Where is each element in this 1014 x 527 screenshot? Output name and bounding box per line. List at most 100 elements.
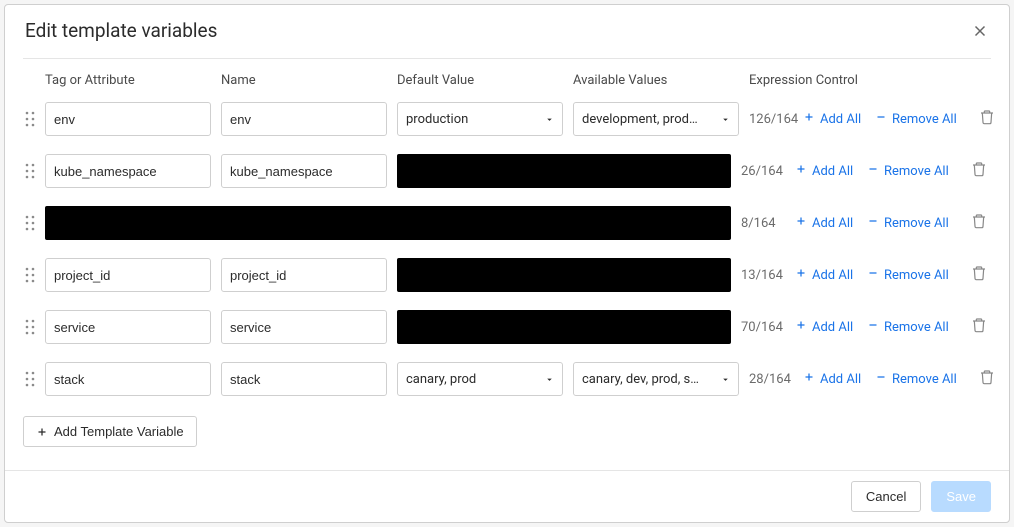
add-all-label: Add All xyxy=(820,372,861,387)
chevron-down-icon[interactable] xyxy=(720,374,730,384)
modal-title: Edit template variables xyxy=(25,19,217,42)
add-all-button[interactable]: Add All xyxy=(795,267,853,283)
drag-handle-icon[interactable] xyxy=(23,160,37,182)
add-all-label: Add All xyxy=(812,268,853,283)
name-input[interactable] xyxy=(221,362,387,396)
trash-icon[interactable] xyxy=(971,322,987,337)
add-all-button[interactable]: Add All xyxy=(803,371,861,387)
add-all-label: Add All xyxy=(812,216,853,231)
minus-icon xyxy=(875,111,887,127)
drag-handle-icon[interactable] xyxy=(23,264,37,286)
remove-all-label: Remove All xyxy=(884,216,949,231)
tag-attribute-input[interactable] xyxy=(45,102,211,136)
tag-attribute-input[interactable] xyxy=(45,310,211,344)
variable-row: 8/164 Add All Remove All xyxy=(23,204,991,242)
tag-attribute-value[interactable] xyxy=(54,112,230,127)
plus-icon xyxy=(803,371,815,387)
expression-count: 28/164 xyxy=(749,372,803,387)
tag-attribute-input[interactable] xyxy=(45,258,211,292)
name-input[interactable] xyxy=(221,310,387,344)
header-control: Expression Control xyxy=(749,73,991,88)
tag-attribute-value[interactable] xyxy=(54,372,230,387)
add-all-label: Add All xyxy=(812,320,853,335)
redacted-block xyxy=(397,154,731,188)
chevron-down-icon[interactable] xyxy=(544,114,554,124)
add-all-button[interactable]: Add All xyxy=(795,163,853,179)
close-icon[interactable] xyxy=(971,22,989,40)
minus-icon xyxy=(867,267,879,283)
plus-icon xyxy=(36,426,48,438)
remove-all-label: Remove All xyxy=(892,112,957,127)
redacted-block xyxy=(397,258,731,292)
name-input[interactable] xyxy=(221,154,387,188)
save-button[interactable]: Save xyxy=(931,481,991,512)
modal-header: Edit template variables xyxy=(5,5,1009,52)
expression-count: 13/164 xyxy=(741,268,795,283)
trash-icon[interactable] xyxy=(979,114,995,129)
expression-count: 70/164 xyxy=(741,320,795,335)
plus-icon xyxy=(795,163,807,179)
chevron-down-icon[interactable] xyxy=(544,374,554,384)
drag-handle-icon[interactable] xyxy=(23,316,37,338)
modal-footer: Cancel Save xyxy=(5,470,1009,522)
cancel-button[interactable]: Cancel xyxy=(851,481,921,512)
remove-all-label: Remove All xyxy=(884,320,949,335)
edit-template-variables-modal: Edit template variables Tag or Attribute… xyxy=(4,4,1010,523)
expression-count: 126/164 xyxy=(749,112,803,127)
name-input[interactable] xyxy=(221,258,387,292)
available-values-dropdown[interactable]: development, prod… xyxy=(573,102,739,136)
remove-all-label: Remove All xyxy=(892,372,957,387)
trash-icon[interactable] xyxy=(971,270,987,285)
variable-row: 70/164 Add All Remove All xyxy=(23,308,991,346)
trash-icon[interactable] xyxy=(971,166,987,181)
remove-all-button[interactable]: Remove All xyxy=(875,111,957,127)
available-values-dropdown[interactable]: canary, dev, prod, s… xyxy=(573,362,739,396)
redacted-block xyxy=(45,206,731,240)
add-all-button[interactable]: Add All xyxy=(803,111,861,127)
remove-all-label: Remove All xyxy=(884,268,949,283)
default-value-dropdown[interactable]: canary, prod xyxy=(397,362,563,396)
drag-handle-icon[interactable] xyxy=(23,368,37,390)
default-value-dropdown[interactable]: production xyxy=(397,102,563,136)
name-input[interactable] xyxy=(221,102,387,136)
tag-attribute-value[interactable] xyxy=(54,164,230,179)
add-all-button[interactable]: Add All xyxy=(795,319,853,335)
plus-icon xyxy=(795,319,807,335)
chevron-down-icon[interactable] xyxy=(720,114,730,124)
drag-handle-icon[interactable] xyxy=(23,108,37,130)
tag-attribute-input[interactable] xyxy=(45,362,211,396)
remove-all-button[interactable]: Remove All xyxy=(867,267,949,283)
remove-all-button[interactable]: Remove All xyxy=(867,215,949,231)
default-value-text: canary, prod xyxy=(406,372,476,387)
add-all-label: Add All xyxy=(820,112,861,127)
add-template-variable-button[interactable]: Add Template Variable xyxy=(23,416,197,447)
available-values-text: development, prod… xyxy=(582,112,698,127)
tag-attribute-value[interactable] xyxy=(54,268,230,283)
add-all-label: Add All xyxy=(812,164,853,179)
expression-count: 26/164 xyxy=(741,164,795,179)
plus-icon xyxy=(803,111,815,127)
tag-attribute-input[interactable] xyxy=(45,154,211,188)
default-value-text: production xyxy=(406,112,468,127)
header-available: Available Values xyxy=(573,73,739,88)
minus-icon xyxy=(875,371,887,387)
add-all-button[interactable]: Add All xyxy=(795,215,853,231)
header-name: Name xyxy=(221,73,387,88)
redacted-block xyxy=(397,310,731,344)
remove-all-button[interactable]: Remove All xyxy=(867,319,949,335)
minus-icon xyxy=(867,319,879,335)
variable-row: canary, prod canary, dev, prod, s… 28/164 A… xyxy=(23,360,991,398)
remove-all-button[interactable]: Remove All xyxy=(867,163,949,179)
tag-attribute-value[interactable] xyxy=(54,320,230,335)
drag-handle-icon[interactable] xyxy=(23,212,37,234)
trash-icon[interactable] xyxy=(979,374,995,389)
modal-content: Tag or Attribute Name Default Value Avai… xyxy=(5,59,1009,470)
remove-all-button[interactable]: Remove All xyxy=(875,371,957,387)
add-template-variable-label: Add Template Variable xyxy=(54,424,184,439)
plus-icon xyxy=(795,267,807,283)
trash-icon[interactable] xyxy=(971,218,987,233)
minus-icon xyxy=(867,163,879,179)
expression-count: 8/164 xyxy=(741,216,795,231)
available-values-text: canary, dev, prod, s… xyxy=(582,372,699,387)
minus-icon xyxy=(867,215,879,231)
